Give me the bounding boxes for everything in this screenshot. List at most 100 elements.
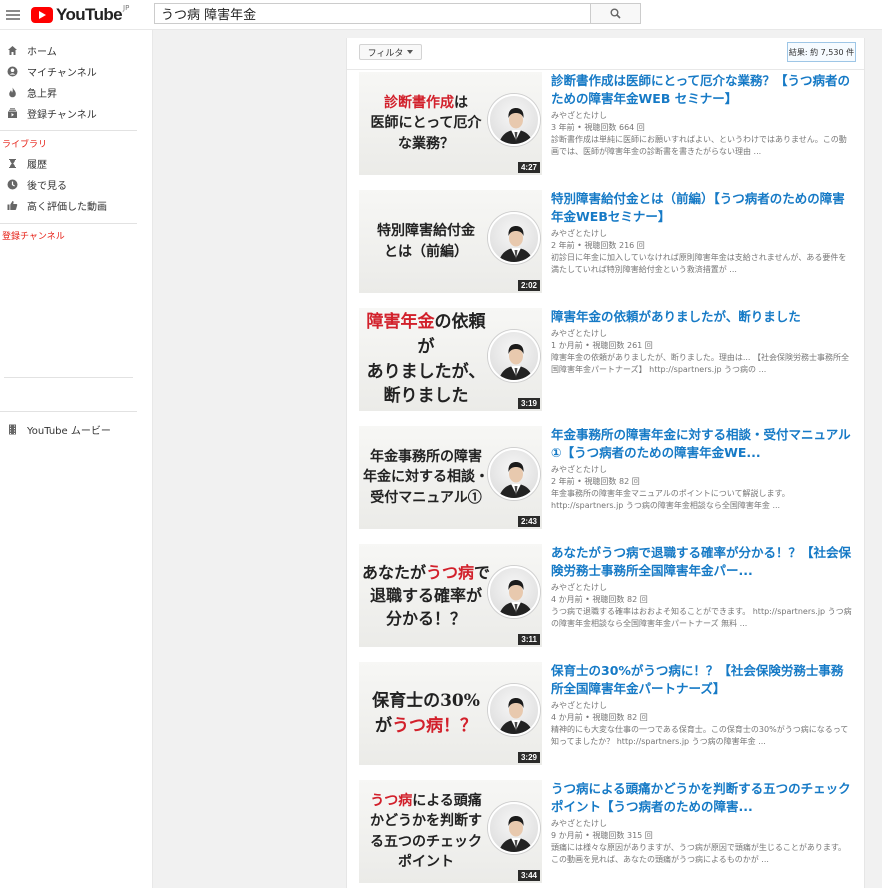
- thumbnail-caption-text: 退職する確率が: [369, 585, 482, 605]
- video-meta: 9 か月前 • 視聴回数 315 回: [551, 831, 653, 840]
- video-meta: 1 か月前 • 視聴回数 261 回: [551, 341, 653, 350]
- sidebar-item-subscriptions[interactable]: 登録チャンネル: [0, 103, 137, 123]
- presenter-portrait: [488, 684, 540, 736]
- video-thumbnail[interactable]: 保育士の30% がうつ病！？ 3:29: [359, 662, 542, 765]
- video-result[interactable]: 診断書作成は 医師にとって厄介 な業務？ 4:27 診断書作成は医師にとって厄介な業務？…: [359, 72, 859, 176]
- video-thumbnail[interactable]: 特別障害給付金 とは（前編） 2:02: [359, 190, 542, 293]
- channel-name[interactable]: みやざとたけし: [551, 328, 851, 339]
- sidebar-item-youtube-movies[interactable]: YouTube ムービー: [0, 419, 137, 439]
- video-duration: 2:43: [517, 516, 540, 527]
- video-title[interactable]: 保育士の30%がうつ病に！？【社会保険労務士事務所全国障害年金パートナーズ】: [551, 662, 851, 698]
- search-button[interactable]: [590, 3, 641, 24]
- thumbnail-caption: 診断書作成は 医師にとって厄介 な業務？: [361, 72, 491, 175]
- thumbnail-caption-line: 医師にとって厄介: [371, 113, 482, 133]
- thumbnail-caption-text: 受付マニュアル①: [370, 489, 482, 506]
- video-thumbnail[interactable]: 障害年金の依頼が ありましたが、 断りました 3:19: [359, 308, 542, 411]
- thumbnail-caption-line: 受付マニュアル①: [370, 488, 482, 508]
- sidebar-item-label: マイチャンネル: [27, 67, 97, 79]
- thumbnail-caption-text: 保育士の30%: [372, 690, 480, 711]
- video-duration: 3:44: [517, 870, 540, 881]
- sidebar-divider: [0, 411, 137, 412]
- sidebar-item-my-channel[interactable]: マイチャンネル: [0, 61, 137, 81]
- video-description: 年金事務所の障害年金マニュアルのポイントについて解説します。 http://sp…: [551, 489, 790, 510]
- thumbnail-caption-text: 医師にとって厄介: [370, 115, 482, 132]
- thumbnail-caption-text: かどうかを判断す: [370, 813, 482, 830]
- library-section-title[interactable]: ライブラリ: [2, 137, 47, 150]
- video-meta: 2 年前 • 視聴回数 216 回: [551, 241, 645, 250]
- channel-name[interactable]: みやざとたけし: [551, 228, 851, 239]
- video-duration: 4:27: [517, 162, 540, 173]
- video-result[interactable]: 保育士の30% がうつ病！？ 3:29 保育士の30%がうつ病に！？【社会保険労務士事…: [359, 662, 859, 766]
- video-meta: 4 か月前 • 視聴回数 82 回: [551, 713, 648, 722]
- presenter-portrait: [488, 802, 540, 854]
- video-meta: 2 年前 • 視聴回数 82 回: [551, 477, 640, 486]
- channel-name[interactable]: みやざとたけし: [551, 582, 851, 593]
- guide-sidebar: ホーム マイチャンネル 急上昇 登録チャンネル ライブラリ 履歴 後で見る 高く…: [0, 30, 153, 888]
- flame-icon: [6, 86, 18, 98]
- thumbnail-caption-line: 断りました: [384, 384, 469, 409]
- video-thumbnail[interactable]: あなたがうつ病で 退職する確率が 分かる！？ 3:11: [359, 544, 542, 647]
- thumbnail-caption: あなたがうつ病で 退職する確率が 分かる！？: [361, 544, 491, 647]
- video-title[interactable]: 特別障害給付金とは（前編）【うつ病者のための障害年金WEBセミナー】: [551, 190, 851, 226]
- presenter-portrait: [488, 212, 540, 264]
- video-title[interactable]: 障害年金の依頼がありましたが、断りました: [551, 308, 851, 326]
- hamburger-menu-icon[interactable]: [6, 8, 20, 22]
- thumbnail-caption: 年金事務所の障害 年金に対する相談・ 受付マニュアル①: [361, 426, 491, 529]
- sidebar-item-label: 高く評価した動画: [27, 201, 107, 213]
- channel-name[interactable]: みやざとたけし: [551, 818, 851, 829]
- sidebar-divider: [0, 223, 137, 224]
- thumbnail-caption-text: あなたが: [361, 562, 426, 582]
- video-duration: 3:29: [517, 752, 540, 763]
- presenter-portrait: [488, 330, 540, 382]
- youtube-logo[interactable]: YouTube JP: [31, 4, 130, 25]
- thumbnail-caption-text: で: [474, 562, 491, 582]
- logo-region: JP: [123, 4, 130, 12]
- sidebar-item-trending[interactable]: 急上昇: [0, 82, 137, 102]
- thumbnail-caption: 障害年金の依頼が ありましたが、 断りました: [361, 308, 491, 411]
- video-result[interactable]: 特別障害給付金 とは（前編） 2:02 特別障害給付金とは（前編）【うつ病者のための障…: [359, 190, 859, 294]
- subscriptions-section-title[interactable]: 登録チャンネル: [2, 229, 65, 242]
- thumbnail-caption-text: 年金事務所の障害: [370, 449, 482, 466]
- channel-name[interactable]: みやざとたけし: [551, 700, 851, 711]
- video-result[interactable]: あなたがうつ病で 退職する確率が 分かる！？ 3:11 あなたがうつ病で退職する確率が分…: [359, 544, 859, 648]
- video-duration: 3:11: [518, 634, 540, 645]
- sidebar-item-liked-videos[interactable]: 高く評価した動画: [0, 195, 137, 215]
- thumbnail-caption-line: 年金事務所の障害: [370, 447, 482, 467]
- thumbnail-caption-line: 特別障害給付金: [377, 221, 475, 241]
- thumbnail-caption-text: による頭痛: [412, 792, 482, 809]
- masthead: YouTube JP: [0, 0, 882, 30]
- channel-name[interactable]: みやざとたけし: [551, 110, 851, 121]
- filter-button[interactable]: フィルタ: [359, 44, 422, 60]
- search-input[interactable]: [154, 3, 591, 24]
- thumbnail-caption-line: ポイント: [398, 852, 454, 872]
- video-thumbnail[interactable]: 診断書作成は 医師にとって厄介 な業務？ 4:27: [359, 72, 542, 175]
- thumbnail-caption-line: な業務？: [398, 134, 454, 154]
- results-divider: [347, 69, 864, 70]
- video-meta: 4 か月前 • 視聴回数 82 回: [551, 595, 648, 604]
- search-icon: [610, 8, 621, 19]
- thumbnail-caption-line: ありましたが、: [367, 360, 486, 385]
- thumbnail-caption-line: 診断書作成は: [384, 93, 468, 113]
- video-title[interactable]: 年金事務所の障害年金に対する相談・受付マニュアル①【うつ病者のための障害年金WE…: [551, 426, 851, 462]
- sidebar-item-label: 急上昇: [27, 88, 57, 100]
- video-result[interactable]: うつ病による頭痛 かどうかを判断す る五つのチェック ポイント 3:44 うつ病による頭痛…: [359, 780, 859, 884]
- thumbnail-caption-text: 断りました: [383, 386, 469, 407]
- clock-icon: [6, 178, 18, 190]
- thumbnail-caption-text: る五つのチェック: [370, 833, 482, 850]
- sidebar-item-watch-later[interactable]: 後で見る: [0, 174, 137, 194]
- video-result[interactable]: 障害年金の依頼が ありましたが、 断りました 3:19 障害年金の依頼がありましたが、断…: [359, 308, 859, 412]
- thumbnail-caption-line: る五つのチェック: [370, 832, 482, 852]
- sidebar-item-history[interactable]: 履歴: [0, 153, 137, 173]
- sidebar-item-home[interactable]: ホーム: [0, 40, 137, 60]
- thumbnail-caption-line: 退職する確率が: [370, 584, 482, 607]
- video-result[interactable]: 年金事務所の障害 年金に対する相談・ 受付マニュアル① 2:43 年金事務所の障害年金に…: [359, 426, 859, 530]
- channel-name[interactable]: みやざとたけし: [551, 464, 851, 475]
- video-title[interactable]: あなたがうつ病で退職する確率が分かる！？【社会保険労務士事務所全国障害年金パー.…: [551, 544, 851, 580]
- video-thumbnail[interactable]: 年金事務所の障害 年金に対する相談・ 受付マニュアル① 2:43: [359, 426, 542, 529]
- video-thumbnail[interactable]: うつ病による頭痛 かどうかを判断す る五つのチェック ポイント 3:44: [359, 780, 542, 883]
- video-title[interactable]: うつ病による頭痛かどうかを判断する五つのチェックポイント【うつ病者のための障害.…: [551, 780, 851, 816]
- video-title[interactable]: 診断書作成は医師にとって厄介な業務？【うつ病者のための障害年金WEB セミナー】: [551, 72, 851, 108]
- thumbnail-caption: うつ病による頭痛 かどうかを判断す る五つのチェック ポイント: [361, 780, 491, 883]
- thumbnail-caption-line: 障害年金の依頼が: [361, 310, 491, 359]
- video-description: 精神的にも大変な仕事の一つである保育士。この保育士の30%がうつ病になるって知っ…: [551, 725, 849, 746]
